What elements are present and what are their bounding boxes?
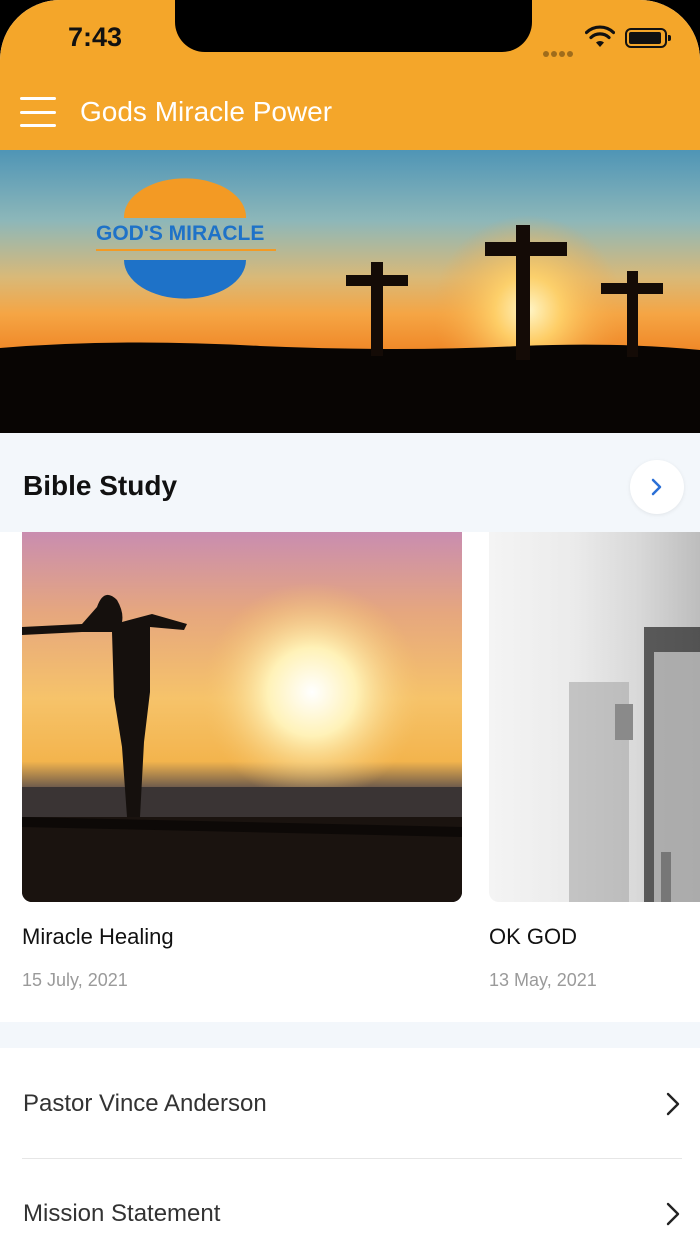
card-title: Miracle Healing <box>22 924 174 949</box>
chevron-right-icon <box>651 478 662 496</box>
see-all-button[interactable] <box>630 460 684 514</box>
status-time: 7:43 <box>68 22 123 52</box>
church-logo: GOD'S MIRACLE <box>96 222 265 245</box>
app-title: Gods Miracle Power <box>80 96 333 127</box>
card-image <box>22 532 462 902</box>
wifi-icon <box>585 25 615 47</box>
list-item-label: Pastor Vince Anderson <box>23 1090 267 1117</box>
hero-crosses-image <box>0 178 700 433</box>
device-notch <box>175 0 532 52</box>
chevron-right-icon <box>666 1202 680 1226</box>
battery-icon <box>625 28 671 48</box>
chevron-right-icon <box>666 1092 680 1116</box>
card-image <box>489 532 700 902</box>
section-divider <box>0 1022 700 1048</box>
study-card[interactable]: Miracle Healing 15 July, 2021 <box>22 532 462 990</box>
cellular-signal-icon <box>543 42 577 57</box>
hamburger-menu-icon[interactable] <box>20 97 56 127</box>
section-title: Bible Study <box>23 470 178 501</box>
card-title: OK GOD <box>489 924 578 949</box>
app-screen: 7:43 Gods Miracle Power GOD'S MIRACLE Bi… <box>0 0 700 1244</box>
hero-banner: GOD'S MIRACLE <box>0 150 700 433</box>
list-divider <box>22 1158 682 1159</box>
study-card[interactable]: OK GOD 13 May, 2021 <box>489 532 700 990</box>
list-item-label: Mission Statement <box>23 1200 221 1227</box>
card-date: 13 May, 2021 <box>489 970 597 990</box>
app-bar: 7:43 Gods Miracle Power <box>0 0 700 150</box>
card-date: 15 July, 2021 <box>22 970 128 990</box>
list-item-mission[interactable]: Mission Statement <box>0 1160 700 1244</box>
list-item-pastor[interactable]: Pastor Vince Anderson <box>0 1050 700 1158</box>
